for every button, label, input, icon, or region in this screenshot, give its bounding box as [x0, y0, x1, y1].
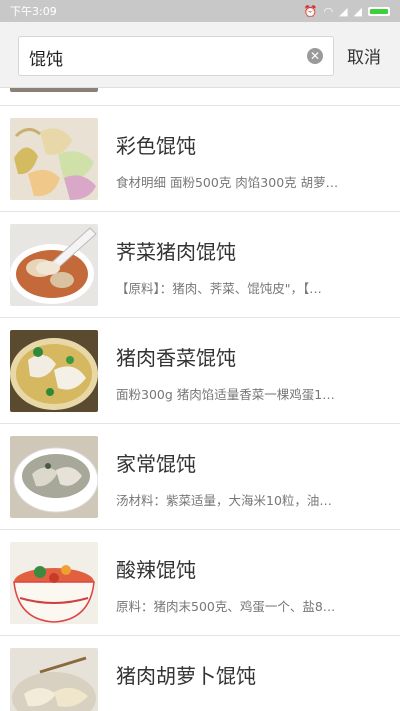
- signal-icon: ◢: [339, 4, 348, 18]
- recipe-thumbnail: [10, 88, 98, 92]
- recipe-thumbnail: [10, 436, 98, 518]
- recipe-title: 猪肉香菜馄饨: [116, 346, 236, 370]
- status-time: 下午3:09: [10, 5, 57, 18]
- list-item[interactable]: 猪肉香菜馄饨 面粉300g 猪肉馅适量香菜一棵鸡蛋1…: [0, 318, 400, 424]
- search-box: ✕: [18, 36, 334, 77]
- list-item[interactable]: 猪肉胡萝卜馄饨: [0, 636, 400, 711]
- status-bar: 下午3:09 ⏰ ◠ ◢ ◢: [0, 0, 400, 22]
- alarm-icon: ⏰: [303, 4, 318, 18]
- status-icons: ⏰ ◠ ◢ ◢: [304, 6, 390, 17]
- list-item[interactable]: 荠菜猪肉馄饨 【原料】：猪肉、荠菜、馄饨皮"，【…: [0, 212, 400, 318]
- results-list[interactable]: 彩色馄饨 食材明细 面粉500克 肉馅300克 胡萝… 荠菜猪肉馄饨 【原料】：…: [0, 88, 400, 711]
- recipe-thumbnail: [10, 118, 98, 200]
- list-item[interactable]: 彩色馄饨 食材明细 面粉500克 肉馅300克 胡萝…: [0, 106, 400, 212]
- recipe-thumbnail: [10, 648, 98, 711]
- recipe-description: 食材明细 面粉500克 肉馅300克 胡萝…: [116, 175, 339, 190]
- recipe-thumbnail: [10, 542, 98, 624]
- list-item[interactable]: [0, 88, 400, 106]
- recipe-thumbnail: [10, 330, 98, 412]
- signal-icon: ◢: [353, 4, 362, 18]
- recipe-title: 猪肉胡萝卜馄饨: [116, 664, 256, 688]
- list-item[interactable]: 酸辣馄饨 原料：猪肉末500克、鸡蛋一个、盐8…: [0, 530, 400, 636]
- clear-icon[interactable]: ✕: [307, 48, 323, 64]
- wifi-icon: ◠: [323, 4, 334, 18]
- search-bar: ✕ 取消: [0, 22, 400, 88]
- recipe-title: 荠菜猪肉馄饨: [116, 240, 236, 264]
- recipe-thumbnail: [10, 224, 98, 306]
- recipe-description: 【原料】：猪肉、荠菜、馄饨皮"，【…: [116, 281, 322, 296]
- recipe-description: 原料：猪肉末500克、鸡蛋一个、盐8…: [116, 599, 336, 614]
- search-input[interactable]: [27, 37, 301, 77]
- list-item[interactable]: 家常馄饨 汤材料：紫菜适量，大海米10粒，油…: [0, 424, 400, 530]
- recipe-title: 酸辣馄饨: [116, 558, 196, 582]
- recipe-title: 家常馄饨: [116, 452, 196, 476]
- recipe-description: 面粉300g 猪肉馅适量香菜一棵鸡蛋1…: [116, 387, 335, 402]
- battery-icon: [368, 6, 390, 16]
- cancel-button[interactable]: 取消: [340, 46, 388, 70]
- recipe-description: 汤材料：紫菜适量，大海米10粒，油…: [116, 493, 332, 508]
- recipe-title: 彩色馄饨: [116, 134, 196, 158]
- battery-level: [370, 8, 388, 14]
